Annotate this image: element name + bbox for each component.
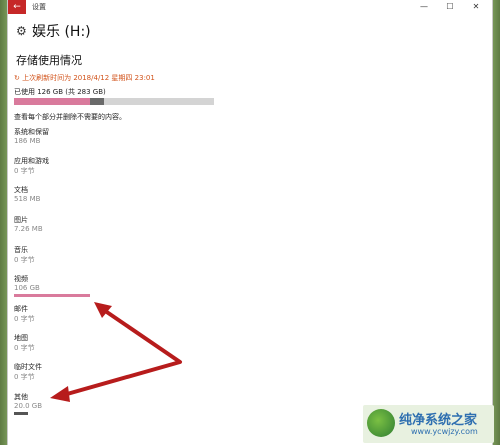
annotation-arrows bbox=[50, 302, 182, 402]
watermark-logo-icon bbox=[367, 409, 395, 437]
annotation-arrow-line bbox=[59, 304, 182, 398]
arrowhead-icon bbox=[50, 386, 70, 402]
watermark-url: www.ycwjzy.com bbox=[411, 427, 478, 436]
watermark: 纯净系统之家 www.ycwjzy.com bbox=[363, 405, 494, 443]
watermark-text: 纯净系统之家 bbox=[399, 413, 478, 428]
